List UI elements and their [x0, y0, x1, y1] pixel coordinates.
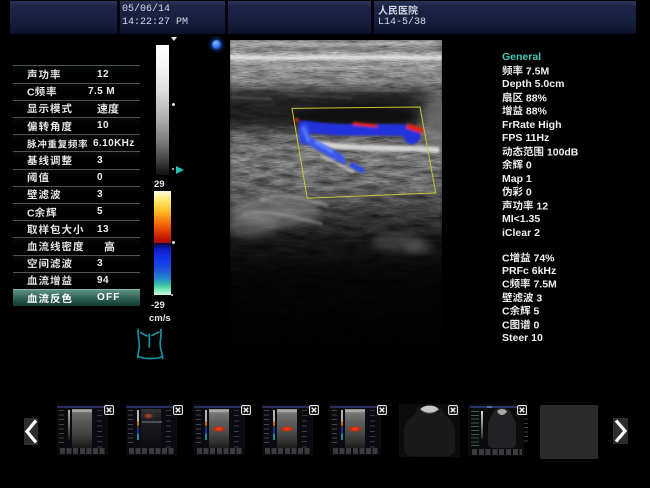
svg-text:7.5M: 7.5M [526, 65, 550, 77]
svg-text:C: C [502, 252, 510, 264]
svg-text:12: 12 [536, 200, 548, 212]
svg-text:0: 0 [526, 186, 532, 198]
svg-text:88%: 88% [526, 92, 548, 104]
svg-text:74%: 74% [534, 252, 556, 264]
svg-text:0: 0 [526, 159, 532, 171]
svg-text:C: C [27, 207, 35, 219]
svg-text:3: 3 [536, 292, 542, 304]
svg-text:88%: 88% [526, 105, 548, 117]
svg-text:7.5M: 7.5M [534, 279, 558, 291]
svg-text:C: C [502, 305, 510, 317]
svg-text:C: C [502, 319, 510, 331]
svg-text:100dB: 100dB [547, 146, 579, 158]
svg-text:5: 5 [534, 305, 540, 317]
svg-text:0: 0 [534, 319, 540, 331]
svg-text:C: C [27, 86, 35, 98]
svg-text:C: C [502, 279, 510, 291]
